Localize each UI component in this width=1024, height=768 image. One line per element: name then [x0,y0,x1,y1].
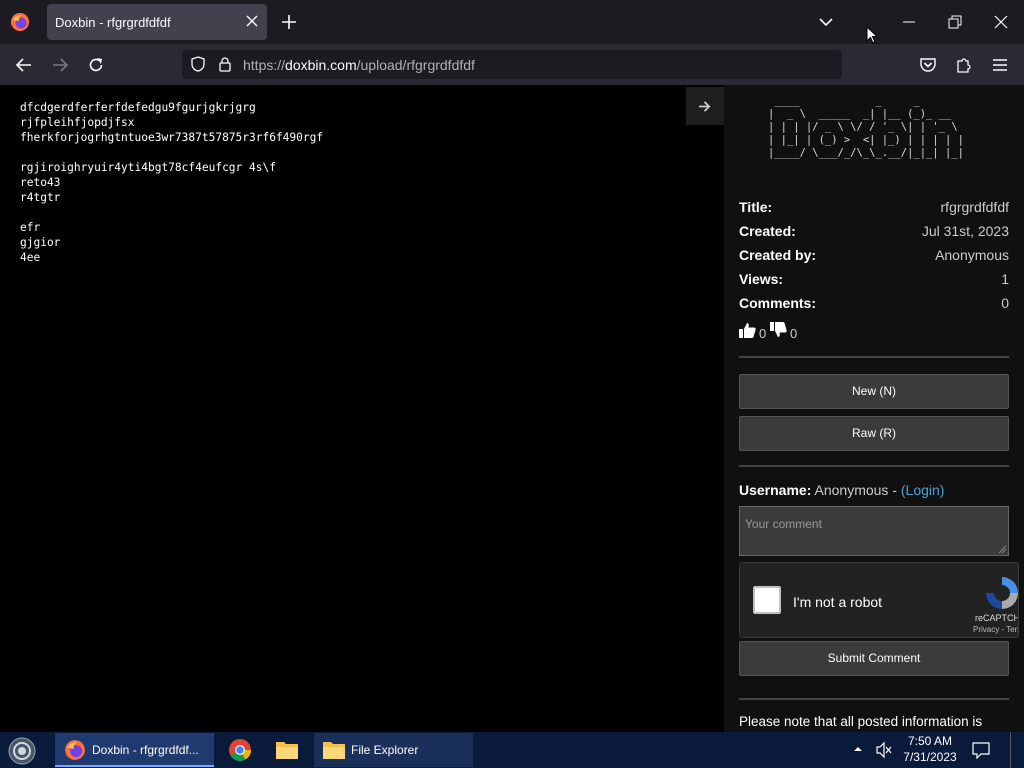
created-by-value: Anonymous [935,247,1009,263]
divider [739,356,1009,358]
restore-icon[interactable] [947,14,963,30]
url-path: /upload/rfgrgrdfdfdf [356,57,475,73]
created-by-label: Created by: [739,247,817,263]
meta-created: Created: Jul 31st, 2023 [739,223,1009,243]
comments-value: 0 [1001,295,1009,311]
taskbar-folder[interactable] [267,733,307,767]
extensions-icon[interactable] [955,56,973,74]
volume-muted-icon[interactable] [875,741,893,759]
meta-created-by: Created by: Anonymous [739,247,1009,267]
taskbar-firefox-label: Doxbin - rfgrgrdfdf... [92,743,199,757]
chevron-down-icon[interactable] [818,14,834,30]
comment-textarea[interactable]: Your comment [739,506,1009,556]
divider [739,698,1009,700]
paste-sidebar: ____ _ _ | _ \ _____ _| |__ (_)_ __ | | … [724,85,1024,732]
created-label: Created: [739,223,796,239]
clock-time[interactable]: 7:50 AM [902,734,958,748]
comment-placeholder: Your comment [745,517,822,531]
dislikes-count: 0 [790,326,798,341]
submit-comment-button[interactable]: Submit Comment [739,641,1009,676]
collapse-sidebar-button[interactable] [686,87,724,125]
url-prefix: https:// [243,57,286,73]
folder-icon [276,742,298,759]
new-tab-icon[interactable] [281,14,297,30]
taskbar-chrome[interactable] [220,733,260,767]
recaptcha-privacy-terms[interactable]: Privacy - Terms [973,625,1018,634]
username-label: Username: [739,482,812,498]
taskbar-file-explorer-label: File Explorer [351,743,419,757]
menu-icon[interactable] [991,56,1009,74]
notification-icon[interactable] [972,741,990,759]
recaptcha-checkbox[interactable] [753,586,781,614]
back-icon[interactable] [15,56,33,74]
username-value: Anonymous - [814,482,901,498]
file-explorer-icon [323,742,345,759]
disclaimer-note: Please note that all posted information … [739,714,983,729]
taskbar-file-explorer[interactable]: File Explorer [314,733,473,767]
raw-button[interactable]: Raw (R) [739,416,1009,451]
mouse-cursor-icon [866,26,878,44]
url-text[interactable]: https://doxbin.com/upload/rfgrgrdfdfdf [243,57,475,73]
comment-username: Username: Anonymous - (Login) [739,482,944,498]
comments-label: Comments: [739,295,817,311]
chrome-icon [229,739,251,761]
meta-title: Title: rfgrgrdfdfdf [739,199,1009,219]
resize-handle-icon[interactable] [997,544,1007,554]
meta-views: Views: 1 [739,271,1009,291]
login-link[interactable]: (Login) [901,482,945,498]
show-hidden-icons-icon[interactable] [853,744,863,754]
views-label: Views: [739,271,784,287]
reload-icon[interactable] [87,56,105,74]
created-value: Jul 31st, 2023 [921,223,1009,239]
title-label: Title: [739,199,773,215]
arrow-right-icon [698,101,711,112]
recaptcha-widget: I'm not a robot reCAPTCHA Privacy - Term… [739,562,1019,638]
new-paste-button[interactable]: New (N) [739,374,1009,409]
windows-taskbar: Doxbin - rfgrgrdfdf... File Explorer 7:5… [0,732,1024,768]
likes-count: 0 [759,326,767,341]
views-value: 1 [1001,271,1009,287]
forward-icon[interactable] [51,56,69,74]
minimize-icon[interactable] [901,14,917,30]
show-desktop-divider[interactable] [1010,732,1011,768]
close-tab-icon[interactable] [244,13,260,29]
shield-icon[interactable] [190,56,206,72]
recaptcha-label: I'm not a robot [793,594,883,610]
meta-comments: Comments: 0 [739,295,1009,315]
recaptcha-logo-icon [986,577,1018,609]
start-icon[interactable] [8,737,36,765]
close-window-icon[interactable] [993,14,1009,30]
page-content: dfcdgerdferferfdefedgu9fgurjgkrjgrg rjfp… [0,85,1024,732]
doxbin-logo[interactable]: ____ _ _ | _ \ _____ _| |__ (_)_ __ | | … [768,95,964,160]
tab-title: Doxbin - rfgrgrdfdfdf [55,15,171,30]
firefox-icon [65,740,85,760]
taskbar-firefox[interactable]: Doxbin - rfgrgrdfdf... [55,733,214,767]
clock-date[interactable]: 7/31/2023 [898,750,962,764]
url-host: doxbin.com [285,57,357,73]
title-value: rfgrgrdfdfdf [940,199,1009,215]
url-bar[interactable]: https://doxbin.com/upload/rfgrgrdfdfdf [182,50,842,79]
pocket-icon[interactable] [919,56,937,74]
active-tab[interactable]: Doxbin - rfgrgrdfdfdf [47,4,267,40]
firefox-icon[interactable] [10,12,30,32]
paste-content: dfcdgerdferferfdefedgu9fgurjgkrjgrg rjfp… [20,101,324,264]
recaptcha-brand: reCAPTCHA [975,613,1018,623]
tab-bar: Doxbin - rfgrgrdfdfdf [0,0,1024,44]
thumbs-up-icon[interactable] [739,322,756,338]
divider [739,465,1009,467]
thumbs-down-icon[interactable] [770,322,787,338]
lock-icon[interactable] [217,56,233,72]
